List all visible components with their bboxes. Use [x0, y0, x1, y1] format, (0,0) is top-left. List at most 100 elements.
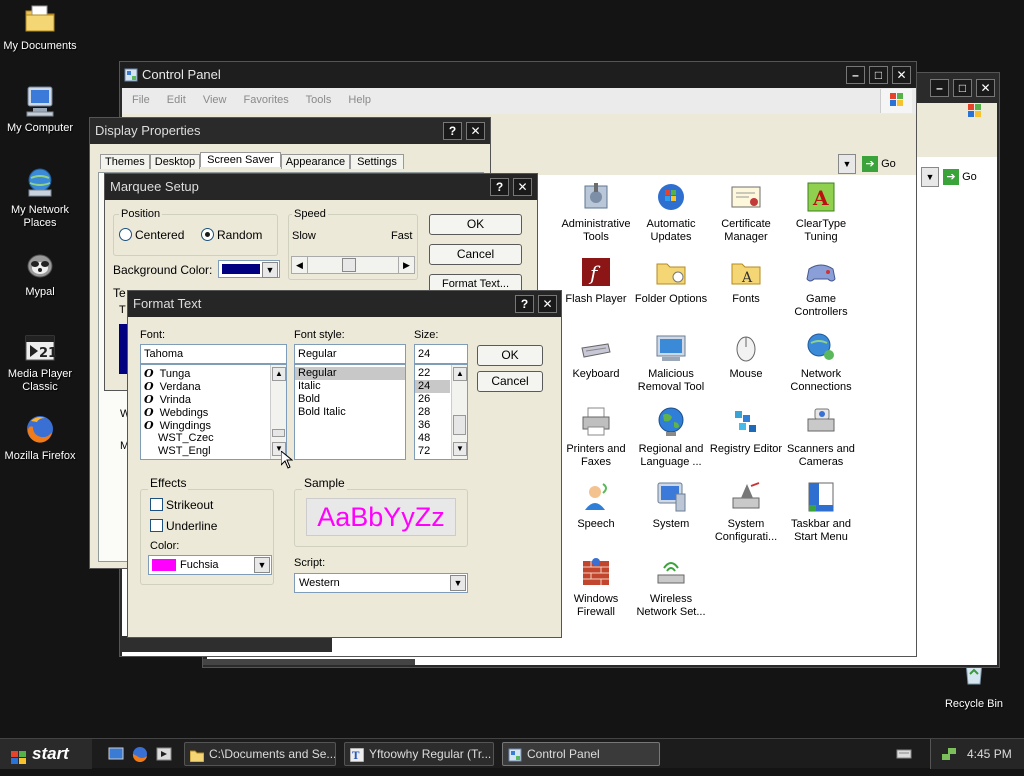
menu-file[interactable]: File: [132, 94, 150, 106]
cp-item-taskbar-and-start-menu[interactable]: Taskbar and Start Menu: [780, 480, 862, 544]
start-button[interactable]: start: [0, 739, 92, 769]
tab-settings[interactable]: Settings: [350, 154, 404, 169]
chevron-down-icon[interactable]: ▼: [262, 262, 278, 278]
chevron-left-icon[interactable]: ◀: [292, 257, 308, 273]
desktop-icon-my-documents[interactable]: My Documents: [0, 2, 80, 53]
cancel-button[interactable]: Cancel: [477, 371, 543, 392]
taskbar-item-documents[interactable]: C:\Documents and Se...: [184, 742, 336, 766]
chevron-down-icon[interactable]: ▼: [453, 442, 467, 456]
address-dropdown-chevron-icon[interactable]: ▼: [838, 154, 856, 174]
tab-appearance[interactable]: Appearance: [280, 154, 351, 169]
tab-desktop[interactable]: Desktop: [149, 154, 201, 169]
taskbar-item-font[interactable]: T Yftoowhy Regular (Tr...: [344, 742, 494, 766]
list-item[interactable]: Regular: [295, 367, 405, 380]
cp-item-windows-firewall[interactable]: Windows Firewall: [555, 555, 637, 619]
maximize-button[interactable]: □: [869, 66, 888, 84]
close-button[interactable]: ✕: [538, 295, 557, 313]
list-item[interactable]: WST_Engl: [141, 445, 286, 458]
ok-button[interactable]: OK: [429, 214, 522, 235]
color-select[interactable]: Fuchsia ▼: [148, 555, 272, 575]
desktop-icon-mypal[interactable]: Mypal: [0, 248, 80, 299]
underline-checkbox[interactable]: [150, 519, 163, 532]
quicklaunch-firefox-icon[interactable]: [132, 746, 148, 763]
help-button[interactable]: ?: [490, 178, 509, 196]
background-color-select[interactable]: ▼: [218, 260, 280, 278]
cp-item-printers-and-faxes[interactable]: Printers and Faxes: [555, 405, 637, 469]
chevron-down-icon[interactable]: ▼: [921, 167, 939, 187]
menu-edit[interactable]: Edit: [167, 94, 186, 106]
desktop-icon-media-player-classic[interactable]: 21 Media Player Classic: [0, 330, 80, 394]
random-radio[interactable]: [201, 228, 214, 241]
help-button[interactable]: ?: [443, 122, 462, 140]
list-item[interactable]: O Wingdings: [141, 419, 286, 432]
cp-item-keyboard[interactable]: Keyboard: [555, 330, 637, 381]
font-style-input[interactable]: Regular: [294, 344, 406, 364]
close-button[interactable]: ✕: [466, 122, 485, 140]
cp-item-folder-options[interactable]: Folder Options: [630, 255, 712, 306]
menu-tools[interactable]: Tools: [306, 94, 332, 106]
tab-screen-saver[interactable]: Screen Saver: [200, 152, 281, 167]
menu-view[interactable]: View: [203, 94, 227, 106]
list-item[interactable]: WST_Czec: [141, 432, 286, 445]
help-button[interactable]: ?: [515, 295, 534, 313]
close-button[interactable]: ✕: [513, 178, 532, 196]
cp-item-mouse[interactable]: Mouse: [705, 330, 787, 381]
desktop-icon-mozilla-firefox[interactable]: Mozilla Firefox: [0, 412, 80, 463]
list-item[interactable]: Bold Italic: [295, 406, 405, 419]
cp-item-registry-editor[interactable]: Registry Editor: [705, 405, 787, 456]
close-button[interactable]: ✕: [976, 79, 995, 97]
list-item[interactable]: Italic: [295, 380, 405, 393]
taskbar-item-control-panel[interactable]: Control Panel: [502, 742, 660, 766]
centered-radio[interactable]: [119, 228, 132, 241]
go-button[interactable]: ➔ Go: [862, 154, 912, 174]
chevron-up-icon[interactable]: ▲: [453, 367, 467, 381]
quicklaunch-desktop-icon[interactable]: [108, 746, 124, 762]
font-input[interactable]: Tahoma: [140, 344, 287, 364]
cp-item-scanners-and-cameras[interactable]: Scanners and Cameras: [780, 405, 862, 469]
ok-button[interactable]: OK: [477, 345, 543, 366]
menu-help[interactable]: Help: [348, 94, 371, 106]
cp-item-game-controllers[interactable]: Game Controllers: [780, 255, 862, 319]
minimize-button[interactable]: –: [846, 66, 865, 84]
cp-item-automatic-updates[interactable]: Automatic Updates: [630, 180, 712, 244]
quicklaunch-media-player-icon[interactable]: [156, 746, 172, 762]
desktop-icon-my-computer[interactable]: My Computer: [0, 84, 80, 135]
cp-item-flash-player[interactable]: f Flash Player: [555, 255, 637, 306]
script-select[interactable]: Western ▼: [294, 573, 468, 593]
scroll-thumb[interactable]: [453, 415, 466, 435]
cp-item-administrative-tools[interactable]: Administrative Tools: [555, 180, 637, 244]
list-item[interactable]: O Verdana: [141, 380, 286, 393]
size-list[interactable]: 22 24 26 28 36 48 72 ▲ ▼: [414, 364, 468, 460]
cp-item-system-configuration[interactable]: System Configurati...: [705, 480, 787, 544]
menu-favorites[interactable]: Favorites: [244, 94, 289, 106]
list-item[interactable]: O Webdings: [141, 406, 286, 419]
minimize-button[interactable]: –: [930, 79, 949, 97]
font-style-list[interactable]: Regular Italic Bold Bold Italic: [294, 364, 406, 460]
speed-slider[interactable]: ◀ ▶: [291, 256, 415, 274]
size-input[interactable]: 24: [414, 344, 468, 364]
slider-thumb[interactable]: [342, 258, 356, 272]
chevron-down-icon[interactable]: ▼: [450, 575, 466, 591]
cp-item-certificate-manager[interactable]: Certificate Manager: [705, 180, 787, 244]
cp-item-system[interactable]: System: [630, 480, 712, 531]
size-list-scrollbar[interactable]: ▲ ▼: [451, 365, 467, 459]
cp-item-fonts[interactable]: A Fonts: [705, 255, 787, 306]
list-item[interactable]: O Vrinda: [141, 393, 286, 406]
chevron-down-icon[interactable]: ▼: [254, 557, 270, 573]
network-tray-icon[interactable]: [941, 746, 957, 762]
font-list[interactable]: O Tunga O Verdana O Vrinda O Webdings O Wingd…: [140, 364, 287, 460]
cp-item-network-connections[interactable]: Network Connections: [780, 330, 862, 394]
maximize-button[interactable]: □: [953, 79, 972, 97]
desktop-icon-my-network-places[interactable]: My Network Places: [0, 166, 80, 230]
go-button-back[interactable]: ➔ Go: [943, 167, 995, 187]
list-item[interactable]: Bold: [295, 393, 405, 406]
format-text-window[interactable]: Format Text ? ✕ Font: Tahoma O Tunga O Ver…: [127, 290, 562, 638]
font-list-scrollbar[interactable]: ▲ ▼: [270, 365, 286, 459]
cancel-button[interactable]: Cancel: [429, 244, 522, 265]
strikeout-checkbox[interactable]: [150, 498, 163, 511]
list-item[interactable]: O Tunga: [141, 367, 286, 380]
cp-item-cleartype-tuning[interactable]: A ClearType Tuning: [780, 180, 862, 244]
cp-item-speech[interactable]: Speech: [555, 480, 637, 531]
cp-item-malicious-removal-tool[interactable]: Malicious Removal Tool: [630, 330, 712, 394]
scroll-thumb[interactable]: [272, 429, 285, 437]
